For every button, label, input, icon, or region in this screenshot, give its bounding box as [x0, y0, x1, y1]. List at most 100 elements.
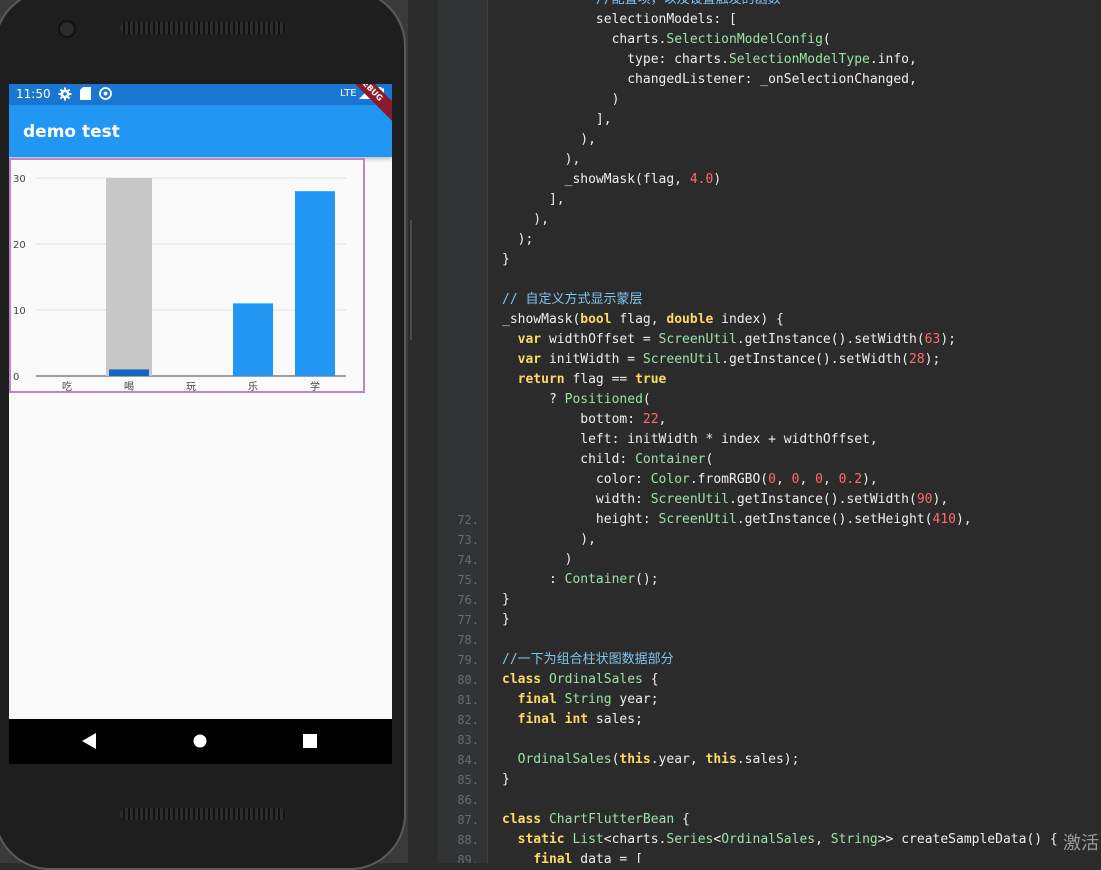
- code-text: changedListener: _onSelectionChanged,: [502, 70, 917, 90]
- code-token: selectionModels: [: [502, 12, 737, 27]
- bar[interactable]: [233, 303, 273, 376]
- code-line[interactable]: 78.: [437, 630, 1101, 650]
- code-token: left: initWidth * index + widthOffset,: [502, 432, 878, 447]
- code-token: >> createSampleData() {: [877, 832, 1058, 847]
- nav-home-icon[interactable]: [190, 731, 210, 751]
- code-line[interactable]: 85.}: [437, 770, 1101, 790]
- code-line[interactable]: [437, 270, 1101, 290]
- bar[interactable]: [295, 191, 335, 376]
- code-line[interactable]: return flag == true: [437, 370, 1101, 390]
- code-line[interactable]: 82. final int sales;: [437, 710, 1101, 730]
- code-token: 22: [642, 412, 659, 427]
- code-line[interactable]: charts.SelectionModelConfig(: [437, 30, 1101, 50]
- code-line[interactable]: 89. final data = [: [437, 850, 1101, 863]
- code-token: OrdinalSales: [517, 752, 612, 767]
- code-line[interactable]: var initWidth = ScreenUtil.getInstance()…: [437, 350, 1101, 370]
- line-number: 77.: [457, 613, 479, 627]
- bar[interactable]: [109, 369, 149, 376]
- code-editor[interactable]: //配置项，以及设置触发的函数 selectionModels: [ chart…: [437, 0, 1101, 863]
- code-line[interactable]: _showMask(flag, 4.0): [437, 170, 1101, 190]
- code-line[interactable]: 72. height: ScreenUtil.getInstance().set…: [437, 510, 1101, 530]
- code-token: Container: [635, 452, 706, 467]
- code-line[interactable]: selectionModels: [: [437, 10, 1101, 30]
- code-text: _showMask(bool flag, double index) {: [502, 310, 784, 330]
- code-line[interactable]: changedListener: _onSelectionChanged,: [437, 70, 1101, 90]
- code-text: var widthOffset = ScreenUtil.getInstance…: [502, 330, 956, 350]
- code-text: }: [502, 610, 510, 630]
- code-line[interactable]: 81. final String year;: [437, 690, 1101, 710]
- code-line[interactable]: left: initWidth * index + widthOffset,: [437, 430, 1101, 450]
- code-line[interactable]: // 自定义方式显示蒙层: [437, 290, 1101, 310]
- code-line[interactable]: width: ScreenUtil.getInstance().setWidth…: [437, 490, 1101, 510]
- code-line[interactable]: 74. ): [437, 550, 1101, 570]
- line-number: 76.: [457, 593, 479, 607]
- line-number: 73.: [457, 533, 479, 547]
- line-number: 84.: [457, 753, 479, 767]
- code-text: : Container();: [502, 570, 659, 590]
- code-line[interactable]: }: [437, 250, 1101, 270]
- code-line[interactable]: ),: [437, 130, 1101, 150]
- code-line[interactable]: 87. class ChartFlutterBean {: [437, 810, 1101, 830]
- code-text: width: ScreenUtil.getInstance().setWidth…: [502, 490, 948, 510]
- code-line[interactable]: ): [437, 90, 1101, 110]
- settings-icon: [58, 87, 72, 104]
- code-token: flag,: [611, 312, 667, 327]
- code-token: //一下为组合柱状图数据部分: [502, 652, 674, 667]
- code-token: ): [713, 172, 722, 187]
- code-token: Positioned: [564, 392, 643, 407]
- code-token: final: [517, 712, 557, 727]
- code-token: _showMask(: [502, 312, 581, 327]
- code-token: ,: [775, 472, 792, 487]
- line-number: 85.: [457, 773, 479, 787]
- code-text: ),: [502, 530, 596, 550]
- code-line[interactable]: //配置项，以及设置触发的函数: [437, 0, 1101, 10]
- code-line[interactable]: ),: [437, 210, 1101, 230]
- code-line[interactable]: ],: [437, 190, 1101, 210]
- code-line[interactable]: 80. class OrdinalSales {: [437, 670, 1101, 690]
- code-token: charts.: [502, 32, 667, 47]
- bar-chart[interactable]: 0 10 20 30 吃 喝 玩 乐 学: [9, 158, 365, 393]
- network-type: LTE: [340, 88, 357, 99]
- selection-mask[interactable]: [106, 178, 152, 376]
- code-line[interactable]: type: charts.SelectionModelType.info,: [437, 50, 1101, 70]
- code-line[interactable]: 73. ),: [437, 530, 1101, 550]
- nav-overview-icon[interactable]: [300, 731, 320, 751]
- chart-canvas[interactable]: 0 10 20 30 吃 喝 玩 乐 学: [11, 160, 363, 391]
- code-line[interactable]: ),: [437, 150, 1101, 170]
- code-line[interactable]: color: Color.fromRGBO(0, 0, 0, 0.2),: [437, 470, 1101, 490]
- code-line[interactable]: bottom: 22,: [437, 410, 1101, 430]
- x-tick-label: 喝: [124, 381, 134, 391]
- code-token: OrdinalSales: [721, 832, 816, 847]
- code-token: .getInstance().setHeight(: [736, 512, 933, 527]
- code-token: );: [502, 232, 534, 247]
- code-line[interactable]: 86.: [437, 790, 1101, 810]
- code-line[interactable]: var widthOffset = ScreenUtil.getInstance…: [437, 330, 1101, 350]
- code-token: sales;: [588, 712, 643, 727]
- phone-screen[interactable]: 11:50 LTE demo test DEBUG 0 10 20 30 吃喝玩乐学: [9, 84, 392, 764]
- code-line[interactable]: 79. //一下为组合柱状图数据部分: [437, 650, 1101, 670]
- code-line[interactable]: 88. static List<charts.Series<OrdinalSal…: [437, 830, 1101, 850]
- code-line[interactable]: 75. : Container();: [437, 570, 1101, 590]
- code-token: class: [502, 812, 542, 827]
- code-line[interactable]: 84. OrdinalSales(this.year, this.sales);: [437, 750, 1101, 770]
- code-line[interactable]: 77.}: [437, 610, 1101, 630]
- code-line[interactable]: ? Positioned(: [437, 390, 1101, 410]
- code-lines[interactable]: //配置项，以及设置触发的函数 selectionModels: [ chart…: [437, 0, 1101, 863]
- code-line[interactable]: child: Container(: [437, 450, 1101, 470]
- navigation-bar: [9, 719, 392, 764]
- code-line[interactable]: _showMask(bool flag, double index) {: [437, 310, 1101, 330]
- code-token: var: [517, 352, 542, 367]
- nav-back-icon[interactable]: [79, 731, 99, 751]
- code-token: ,: [815, 832, 831, 847]
- code-line[interactable]: ],: [437, 110, 1101, 130]
- code-token: ),: [502, 132, 596, 147]
- code-line[interactable]: );: [437, 230, 1101, 250]
- code-token: year;: [611, 692, 659, 707]
- code-line[interactable]: 83.: [437, 730, 1101, 750]
- code-line[interactable]: 76.}: [437, 590, 1101, 610]
